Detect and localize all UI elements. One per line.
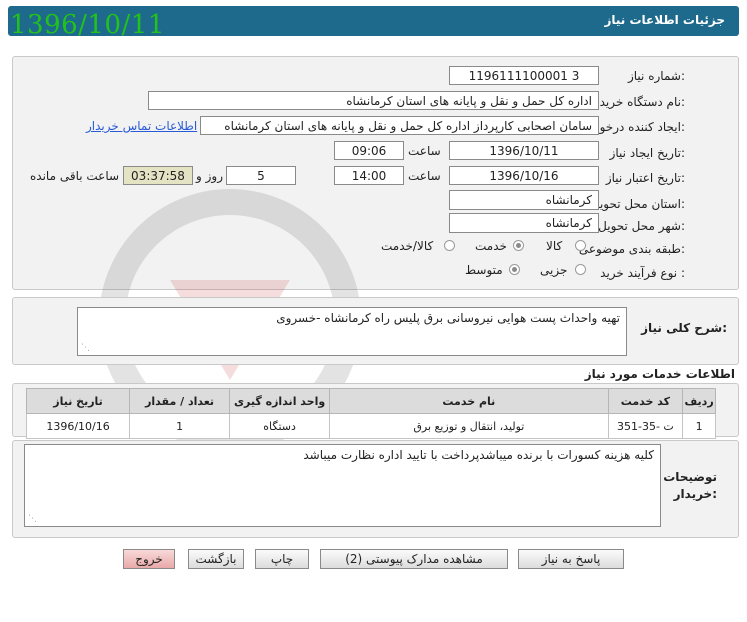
created-time-field[interactable]: 09:06	[334, 141, 404, 160]
table-header-row: ردیف کد خدمت نام خدمت واحد اندازه گیری ت…	[25, 388, 716, 414]
col-need-date: تاریخ نیاز	[25, 388, 131, 414]
description-textarea[interactable]: تهیه واحداث پست هوایی نیروسانی برق پلیس …	[77, 307, 627, 356]
purchase-radio-medium[interactable]	[509, 264, 520, 275]
province-label: استان محل تحویل:	[590, 197, 685, 211]
category-label: طبقه بندی موضوعی:	[578, 242, 685, 256]
purchase-type-label: نوع فرآیند خرید :	[600, 266, 685, 280]
date-stamp: 1396/10/11	[10, 10, 165, 40]
cell-service-name: تولید، انتقال و توزیع برق	[329, 413, 609, 439]
need-number-field[interactable]: 1196111100001 3	[449, 66, 599, 85]
purchase-option-medium: متوسط	[465, 263, 503, 277]
valid-date-field[interactable]: 1396/10/16	[449, 166, 599, 185]
category-radio-service[interactable]	[513, 240, 524, 251]
reply-button[interactable]: پاسخ به نیاز	[518, 549, 624, 569]
buyer-notes-text: کلیه هزینه کسورات با برنده میباشدپرداخت …	[303, 448, 654, 462]
buyer-org-label: نام دستگاه خریدار:	[590, 95, 686, 109]
need-number-label: شماره نیاز:	[627, 69, 685, 83]
col-service-code: کد خدمت	[607, 388, 684, 414]
back-button[interactable]: بازگشت	[188, 549, 244, 569]
valid-time-label: ساعت	[408, 169, 441, 183]
remaining-label: ساعت باقی مانده	[30, 169, 120, 183]
days-label: روز و	[196, 169, 223, 183]
exit-button[interactable]: خروج	[123, 549, 175, 569]
col-quantity: تعداد / مقدار	[129, 388, 231, 414]
buyer-notes-label-line1: توضیحات	[663, 470, 717, 484]
services-section-title: اطلاعات خدمات مورد نیاز	[584, 367, 735, 381]
valid-time-field[interactable]: 14:00	[334, 166, 404, 185]
city-label: شهر محل تحویل:	[598, 219, 685, 233]
print-button[interactable]: چاپ	[255, 549, 309, 569]
resize-grip-icon[interactable]: ⋰	[81, 343, 90, 353]
buyer-notes-label-line2: خریدار:	[673, 487, 717, 501]
remaining-time-field[interactable]: 03:37:58	[123, 166, 193, 185]
remaining-days-field[interactable]: 5	[226, 166, 296, 185]
table-row: 1 ت -35-351 تولید، انتقال و توزیع برق دس…	[25, 413, 716, 439]
buyer-contact-link[interactable]: اطلاعات تماس خریدار	[86, 119, 197, 133]
description-text: تهیه واحداث پست هوایی نیروسانی برق پلیس …	[276, 311, 620, 325]
services-table: ردیف کد خدمت نام خدمت واحد اندازه گیری ت…	[25, 388, 716, 439]
cell-need-date: 1396/10/16	[25, 413, 131, 439]
col-service-name: نام خدمت	[329, 388, 609, 414]
province-field[interactable]: کرمانشاه	[449, 190, 599, 210]
category-option-goods: کالا	[546, 239, 563, 253]
buyer-notes-textarea[interactable]: کلیه هزینه کسورات با برنده میباشدپرداخت …	[24, 444, 661, 527]
cell-quantity: 1	[129, 413, 231, 439]
purchase-option-minor: جزیی	[540, 263, 568, 277]
created-time-label: ساعت	[408, 144, 441, 158]
cell-service-code: ت -35-351	[607, 413, 684, 439]
valid-date-label: تاریخ اعتبار نیاز:	[605, 171, 685, 185]
cell-row: 1	[682, 413, 716, 439]
col-unit: واحد اندازه گیری	[229, 388, 331, 414]
requester-field[interactable]: سامان اصحابی کارپرداز اداره کل حمل و نقل…	[200, 116, 599, 135]
category-option-goods-service: کالا/خدمت	[381, 239, 434, 253]
buyer-org-field[interactable]: اداره کل حمل و نقل و پایانه های استان کر…	[148, 91, 599, 110]
purchase-radio-minor[interactable]	[575, 264, 586, 275]
resize-grip-icon[interactable]: ⋰	[28, 514, 37, 524]
description-label: شرح کلی نیاز:	[641, 321, 727, 335]
page-title: جزئیات اطلاعات نیاز	[604, 13, 725, 27]
attachments-button[interactable]: مشاهده مدارک پیوستی (2)	[320, 549, 508, 569]
col-row: ردیف	[682, 388, 716, 414]
cell-unit: دستگاه	[229, 413, 331, 439]
created-date-label: تاریخ ایجاد نیاز:	[609, 146, 685, 160]
city-field[interactable]: کرمانشاه	[449, 213, 599, 233]
category-option-service: خدمت	[475, 239, 507, 253]
category-radio-goods-service[interactable]	[444, 240, 455, 251]
category-radio-goods[interactable]	[575, 240, 586, 251]
created-date-field[interactable]: 1396/10/11	[449, 141, 599, 160]
